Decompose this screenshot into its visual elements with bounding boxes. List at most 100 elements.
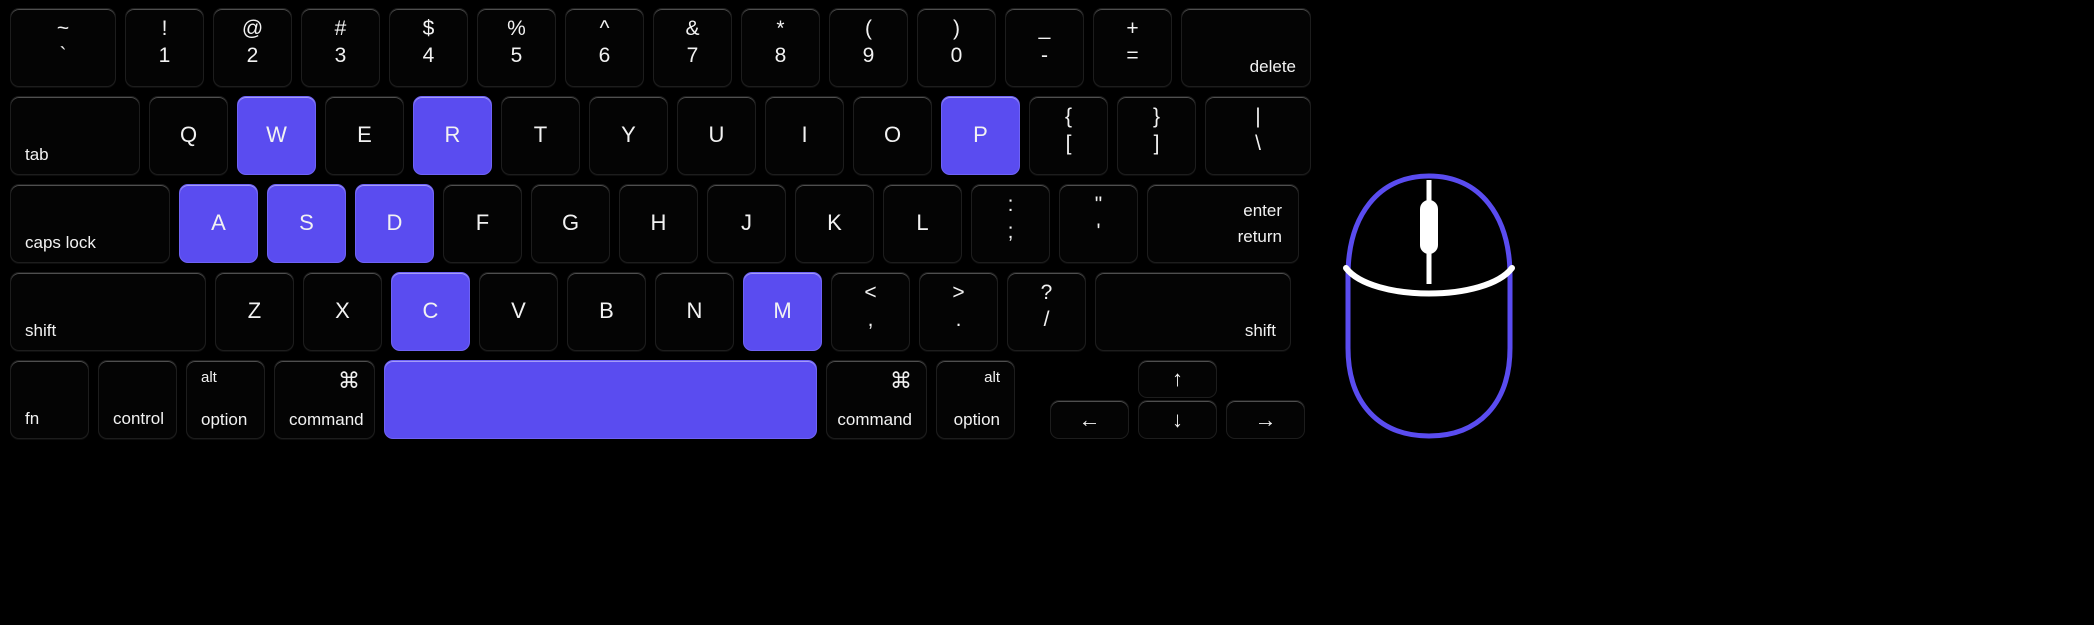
key-arrow-down[interactable]: ↓ [1138, 400, 1217, 439]
key-b[interactable]: B [567, 272, 646, 351]
key-legend-base: 1 [158, 43, 171, 67]
key-legend-base: delete [1249, 56, 1296, 76]
key-1[interactable]: ! 1 [125, 8, 204, 87]
key-legend-base: caps lock [25, 232, 96, 252]
key-m[interactable]: M [743, 272, 822, 351]
key-legend-shifted: ^ [599, 17, 610, 40]
key-f[interactable]: F [443, 184, 522, 263]
key-legend-base: D [386, 210, 403, 236]
key-0[interactable]: ) 0 [917, 8, 996, 87]
key-delete[interactable]: delete [1181, 8, 1311, 87]
key-arrow-left[interactable]: ← [1050, 400, 1129, 439]
key-legend-shifted: ! [161, 17, 168, 40]
key-option-left[interactable]: alt option [186, 360, 265, 439]
key-legend-shifted: ) [953, 17, 960, 40]
key-shift-left[interactable]: shift [10, 272, 206, 351]
key-x[interactable]: X [303, 272, 382, 351]
key-w[interactable]: W [237, 96, 316, 175]
key-legend-base: ` [59, 43, 67, 67]
key-legend-base: T [533, 122, 548, 148]
key-caps-lock[interactable]: caps lock [10, 184, 170, 263]
key-j[interactable]: J [707, 184, 786, 263]
arrow-key-cluster: ← ↑ ↓ → [1050, 360, 1320, 439]
key-legend-base: O [883, 122, 902, 148]
key-2[interactable]: @ 2 [213, 8, 292, 87]
keyboard-row-home: caps lock A S D F G H J K L: ; " ' ente… [10, 184, 1308, 263]
key-c[interactable]: C [391, 272, 470, 351]
key-shift-right[interactable]: shift [1095, 272, 1291, 351]
key-arrow-right[interactable]: → [1226, 400, 1305, 439]
mouse-scroll-wheel-icon [1420, 200, 1438, 254]
key-backslash[interactable]: | \ [1205, 96, 1311, 175]
key-legend-base: Z [247, 298, 262, 324]
key-9[interactable]: ( 9 [829, 8, 908, 87]
key-return[interactable]: enter return [1147, 184, 1299, 263]
key-legend-base: G [561, 210, 580, 236]
key-legend-shifted: enter [1243, 201, 1282, 221]
key-d[interactable]: D [355, 184, 434, 263]
key-minus[interactable]: _ - [1005, 8, 1084, 87]
mouse-device[interactable] [1340, 172, 1518, 440]
key-legend-shifted: < [864, 281, 877, 304]
key-legend-base: ] [1153, 131, 1160, 155]
key-legend-base: A [211, 210, 226, 236]
key-i[interactable]: I [765, 96, 844, 175]
key-legend-base: shift [25, 320, 57, 340]
key-e[interactable]: E [325, 96, 404, 175]
key-slash[interactable]: ? / [1007, 272, 1086, 351]
key-command-left[interactable]: ⌘ command [274, 360, 375, 439]
key-n[interactable]: N [655, 272, 734, 351]
key-4[interactable]: $ 4 [389, 8, 468, 87]
key-comma[interactable]: < , [831, 272, 910, 351]
key-z[interactable]: Z [215, 272, 294, 351]
key-g[interactable]: G [531, 184, 610, 263]
key-command-right[interactable]: ⌘ command [826, 360, 927, 439]
key-u[interactable]: U [677, 96, 756, 175]
input-device-overlay: ~ ` ! 1 @ 2 # 3 $ 4 % 5 ^ 6 & 7 * 8 (9 … [0, 0, 2094, 625]
key-legend-base: Q [179, 122, 198, 148]
key-legend-base: . [955, 307, 962, 331]
key-v[interactable]: V [479, 272, 558, 351]
key-6[interactable]: ^ 6 [565, 8, 644, 87]
key-bracket-left[interactable]: { [ [1029, 96, 1108, 175]
key-fn[interactable]: fn [10, 360, 89, 439]
key-tab[interactable]: tab [10, 96, 140, 175]
key-option-right[interactable]: alt option [936, 360, 1015, 439]
key-legend-base: tab [25, 144, 49, 164]
key-semicolon[interactable]: : ; [971, 184, 1050, 263]
command-symbol-icon: ⌘ [890, 368, 912, 393]
key-legend-base: J [741, 210, 752, 236]
key-legend-shifted: $ [422, 17, 435, 40]
key-t[interactable]: T [501, 96, 580, 175]
key-s[interactable]: S [267, 184, 346, 263]
key-y[interactable]: Y [589, 96, 668, 175]
key-l[interactable]: L [883, 184, 962, 263]
key-5[interactable]: % 5 [477, 8, 556, 87]
key-arrow-up[interactable]: ↑ [1138, 360, 1217, 398]
key-equals[interactable]: + = [1093, 8, 1172, 87]
key-control[interactable]: control [98, 360, 177, 439]
key-3[interactable]: # 3 [301, 8, 380, 87]
key-tilde[interactable]: ~ ` [10, 8, 116, 87]
key-legend-base: 4 [422, 43, 435, 67]
key-legend-shifted: _ [1038, 17, 1051, 40]
key-h[interactable]: H [619, 184, 698, 263]
key-a[interactable]: A [179, 184, 258, 263]
key-r[interactable]: R [413, 96, 492, 175]
key-o[interactable]: O [853, 96, 932, 175]
key-space[interactable] [384, 360, 817, 439]
key-7[interactable]: & 7 [653, 8, 732, 87]
key-p[interactable]: P [941, 96, 1020, 175]
key-k[interactable]: K [795, 184, 874, 263]
key-q[interactable]: Q [149, 96, 228, 175]
key-quote[interactable]: " ' [1059, 184, 1138, 263]
key-period[interactable]: > . [919, 272, 998, 351]
key-legend-base: 5 [510, 43, 523, 67]
key-legend-shifted: * [776, 17, 785, 40]
key-legend-shifted: ~ [56, 17, 70, 40]
keyboard-row-number: ~ ` ! 1 @ 2 # 3 $ 4 % 5 ^ 6 & 7 * 8 (9 … [10, 8, 1320, 87]
key-8[interactable]: * 8 [741, 8, 820, 87]
key-legend-shifted: { [1064, 105, 1072, 128]
key-bracket-right[interactable]: } ] [1117, 96, 1196, 175]
key-legend-shifted: % [507, 17, 526, 40]
